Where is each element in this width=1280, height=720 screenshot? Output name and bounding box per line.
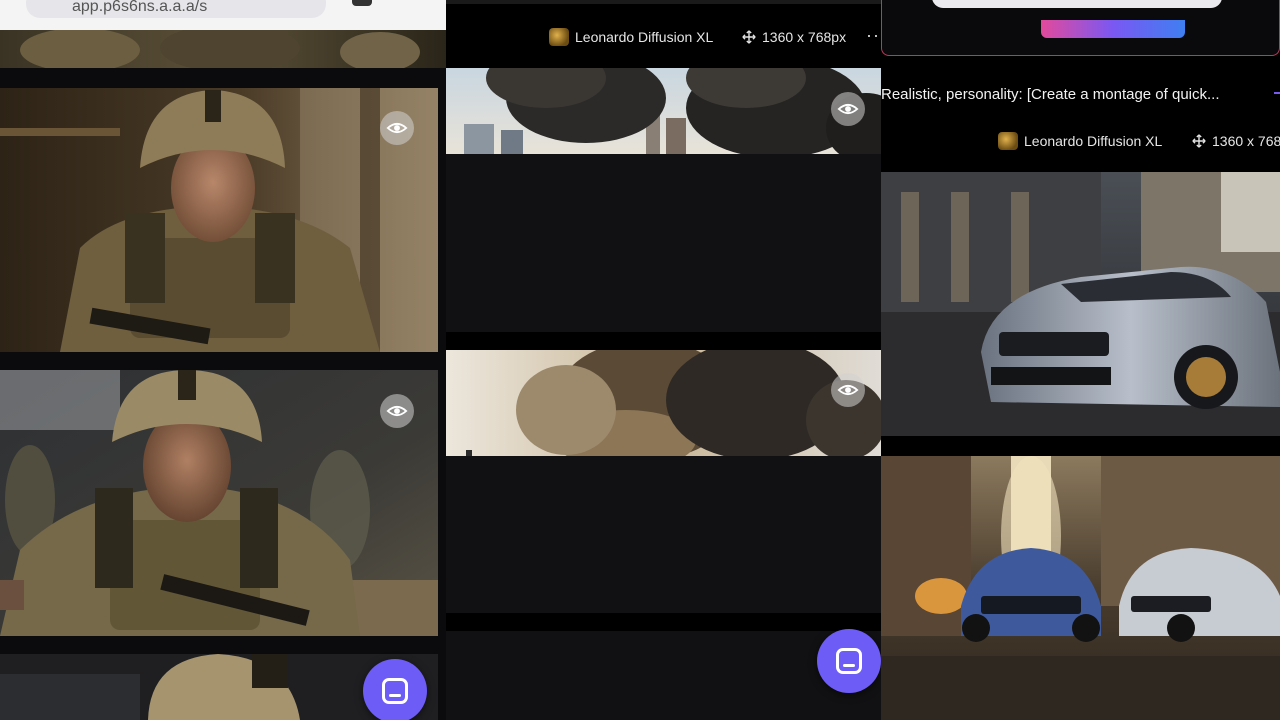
dimensions-text: 1360 x 768p: [1212, 133, 1280, 149]
generated-image-city-smoke-2[interactable]: [446, 350, 881, 456]
image-dimensions: 1360 x 768px: [742, 26, 846, 48]
model-avatar-icon: [549, 28, 569, 46]
eye-icon: [386, 122, 408, 134]
browser-url-bar[interactable]: app.p6s6ns.a.a.a/s: [26, 0, 326, 18]
right-panel: Realistic, personality: [Create a montag…: [881, 0, 1280, 720]
model-name: Leonardo Diffusion XL: [575, 29, 714, 45]
chat-icon: [382, 678, 408, 704]
model-info: Leonardo Diffusion XL: [549, 26, 713, 48]
generate-button[interactable]: [1041, 20, 1185, 38]
more-options-button[interactable]: ···: [866, 25, 881, 46]
view-image-button[interactable]: [380, 394, 414, 428]
model-name: Leonardo Diffusion XL: [1024, 133, 1163, 149]
dimensions-text: 1360 x 768px: [762, 29, 847, 45]
chat-icon: [836, 648, 862, 674]
generated-image-soldier-1[interactable]: [0, 88, 438, 352]
view-image-button[interactable]: [831, 92, 865, 126]
generated-image-soldier-top[interactable]: [0, 30, 446, 68]
view-image-button[interactable]: [380, 111, 414, 145]
browser-top-bar: app.p6s6ns.a.a.a/s: [0, 0, 446, 30]
image-loading-placeholder: [446, 456, 881, 613]
eye-icon: [386, 405, 408, 417]
top-divider: [446, 0, 881, 4]
generated-image-city-smoke-1[interactable]: [446, 68, 881, 154]
middle-panel: Leonardo Diffusion XL 1360 x 768px ···: [446, 0, 881, 720]
prompt-text[interactable]: Realistic, personality: [Create a montag…: [881, 86, 1280, 103]
generated-image-car-1[interactable]: [881, 172, 1280, 436]
eye-icon: [837, 103, 859, 115]
generated-image-car-2[interactable]: [881, 456, 1280, 720]
model-info: Leonardo Diffusion XL: [998, 130, 1162, 152]
model-avatar-icon: [998, 132, 1018, 150]
browser-url-bar[interactable]: [932, 0, 1222, 8]
dimensions-icon: [742, 30, 756, 44]
support-chat-button[interactable]: [363, 659, 427, 720]
eye-icon: [837, 384, 859, 396]
left-panel: app.p6s6ns.a.a.a/s: [0, 0, 446, 720]
view-image-button[interactable]: [831, 373, 865, 407]
generated-image-soldier-2[interactable]: [0, 370, 438, 636]
tabs-icon[interactable]: [352, 0, 372, 6]
prompt-expand-indicator: [1274, 92, 1280, 94]
support-chat-button[interactable]: [817, 629, 881, 693]
image-loading-placeholder: [446, 631, 881, 720]
generate-panel-frame: [881, 0, 1280, 56]
image-loading-placeholder: [446, 154, 881, 332]
image-dimensions: 1360 x 768p: [1192, 130, 1280, 152]
dimensions-icon: [1192, 134, 1206, 148]
